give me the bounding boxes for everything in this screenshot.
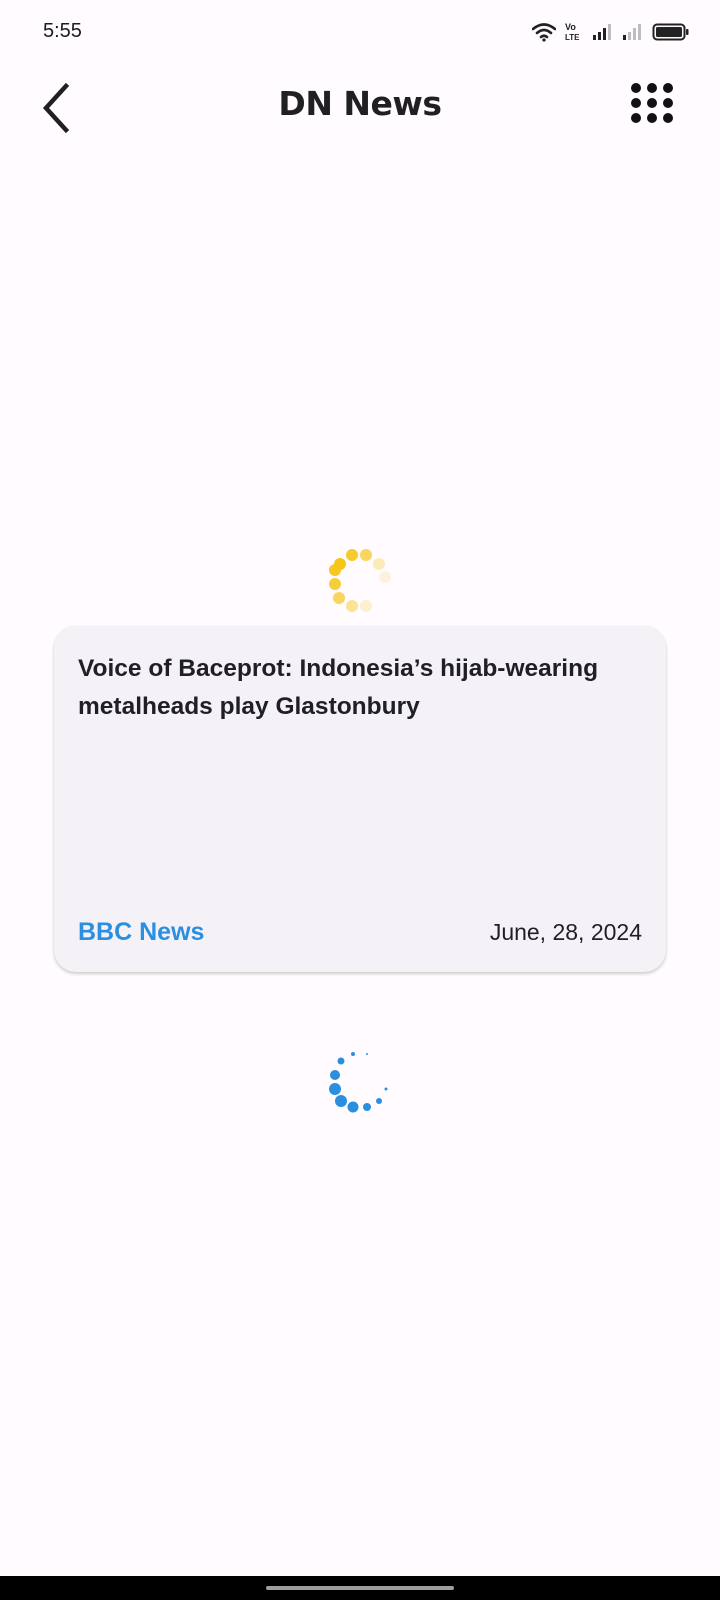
menu-button[interactable]: [630, 82, 680, 132]
volte-icon: Vo LTE: [565, 22, 580, 42]
news-title[interactable]: Voice of Baceprot: Indonesia’s hijab-wea…: [78, 650, 638, 726]
system-nav-bar: [0, 1576, 720, 1600]
loading-spinner-top: [329, 549, 391, 612]
home-gesture-handle[interactable]: [266, 1586, 454, 1590]
signal-sim1-icon: [593, 24, 611, 40]
app-bar: DN News: [0, 64, 720, 152]
battery-icon: [652, 23, 689, 41]
news-source[interactable]: BBC News: [78, 918, 204, 947]
volte-label-top: Vo: [565, 22, 576, 32]
status-icons: Vo LTE: [532, 18, 690, 46]
grid-dots-icon: [631, 83, 673, 123]
status-time: 5:55: [43, 20, 82, 42]
signal-sim2-icon: [623, 24, 641, 40]
volte-label-bottom: LTE: [565, 33, 580, 42]
loading-spinner-bottom: [329, 1052, 388, 1113]
status-bar: 5:55 Vo LTE: [0, 0, 720, 64]
page-title: DN News: [278, 84, 442, 123]
news-date: June, 28, 2024: [489, 919, 642, 945]
news-card[interactable]: Voice of Baceprot: Indonesia’s hijab-wea…: [54, 626, 666, 972]
wifi-icon: [532, 23, 556, 42]
